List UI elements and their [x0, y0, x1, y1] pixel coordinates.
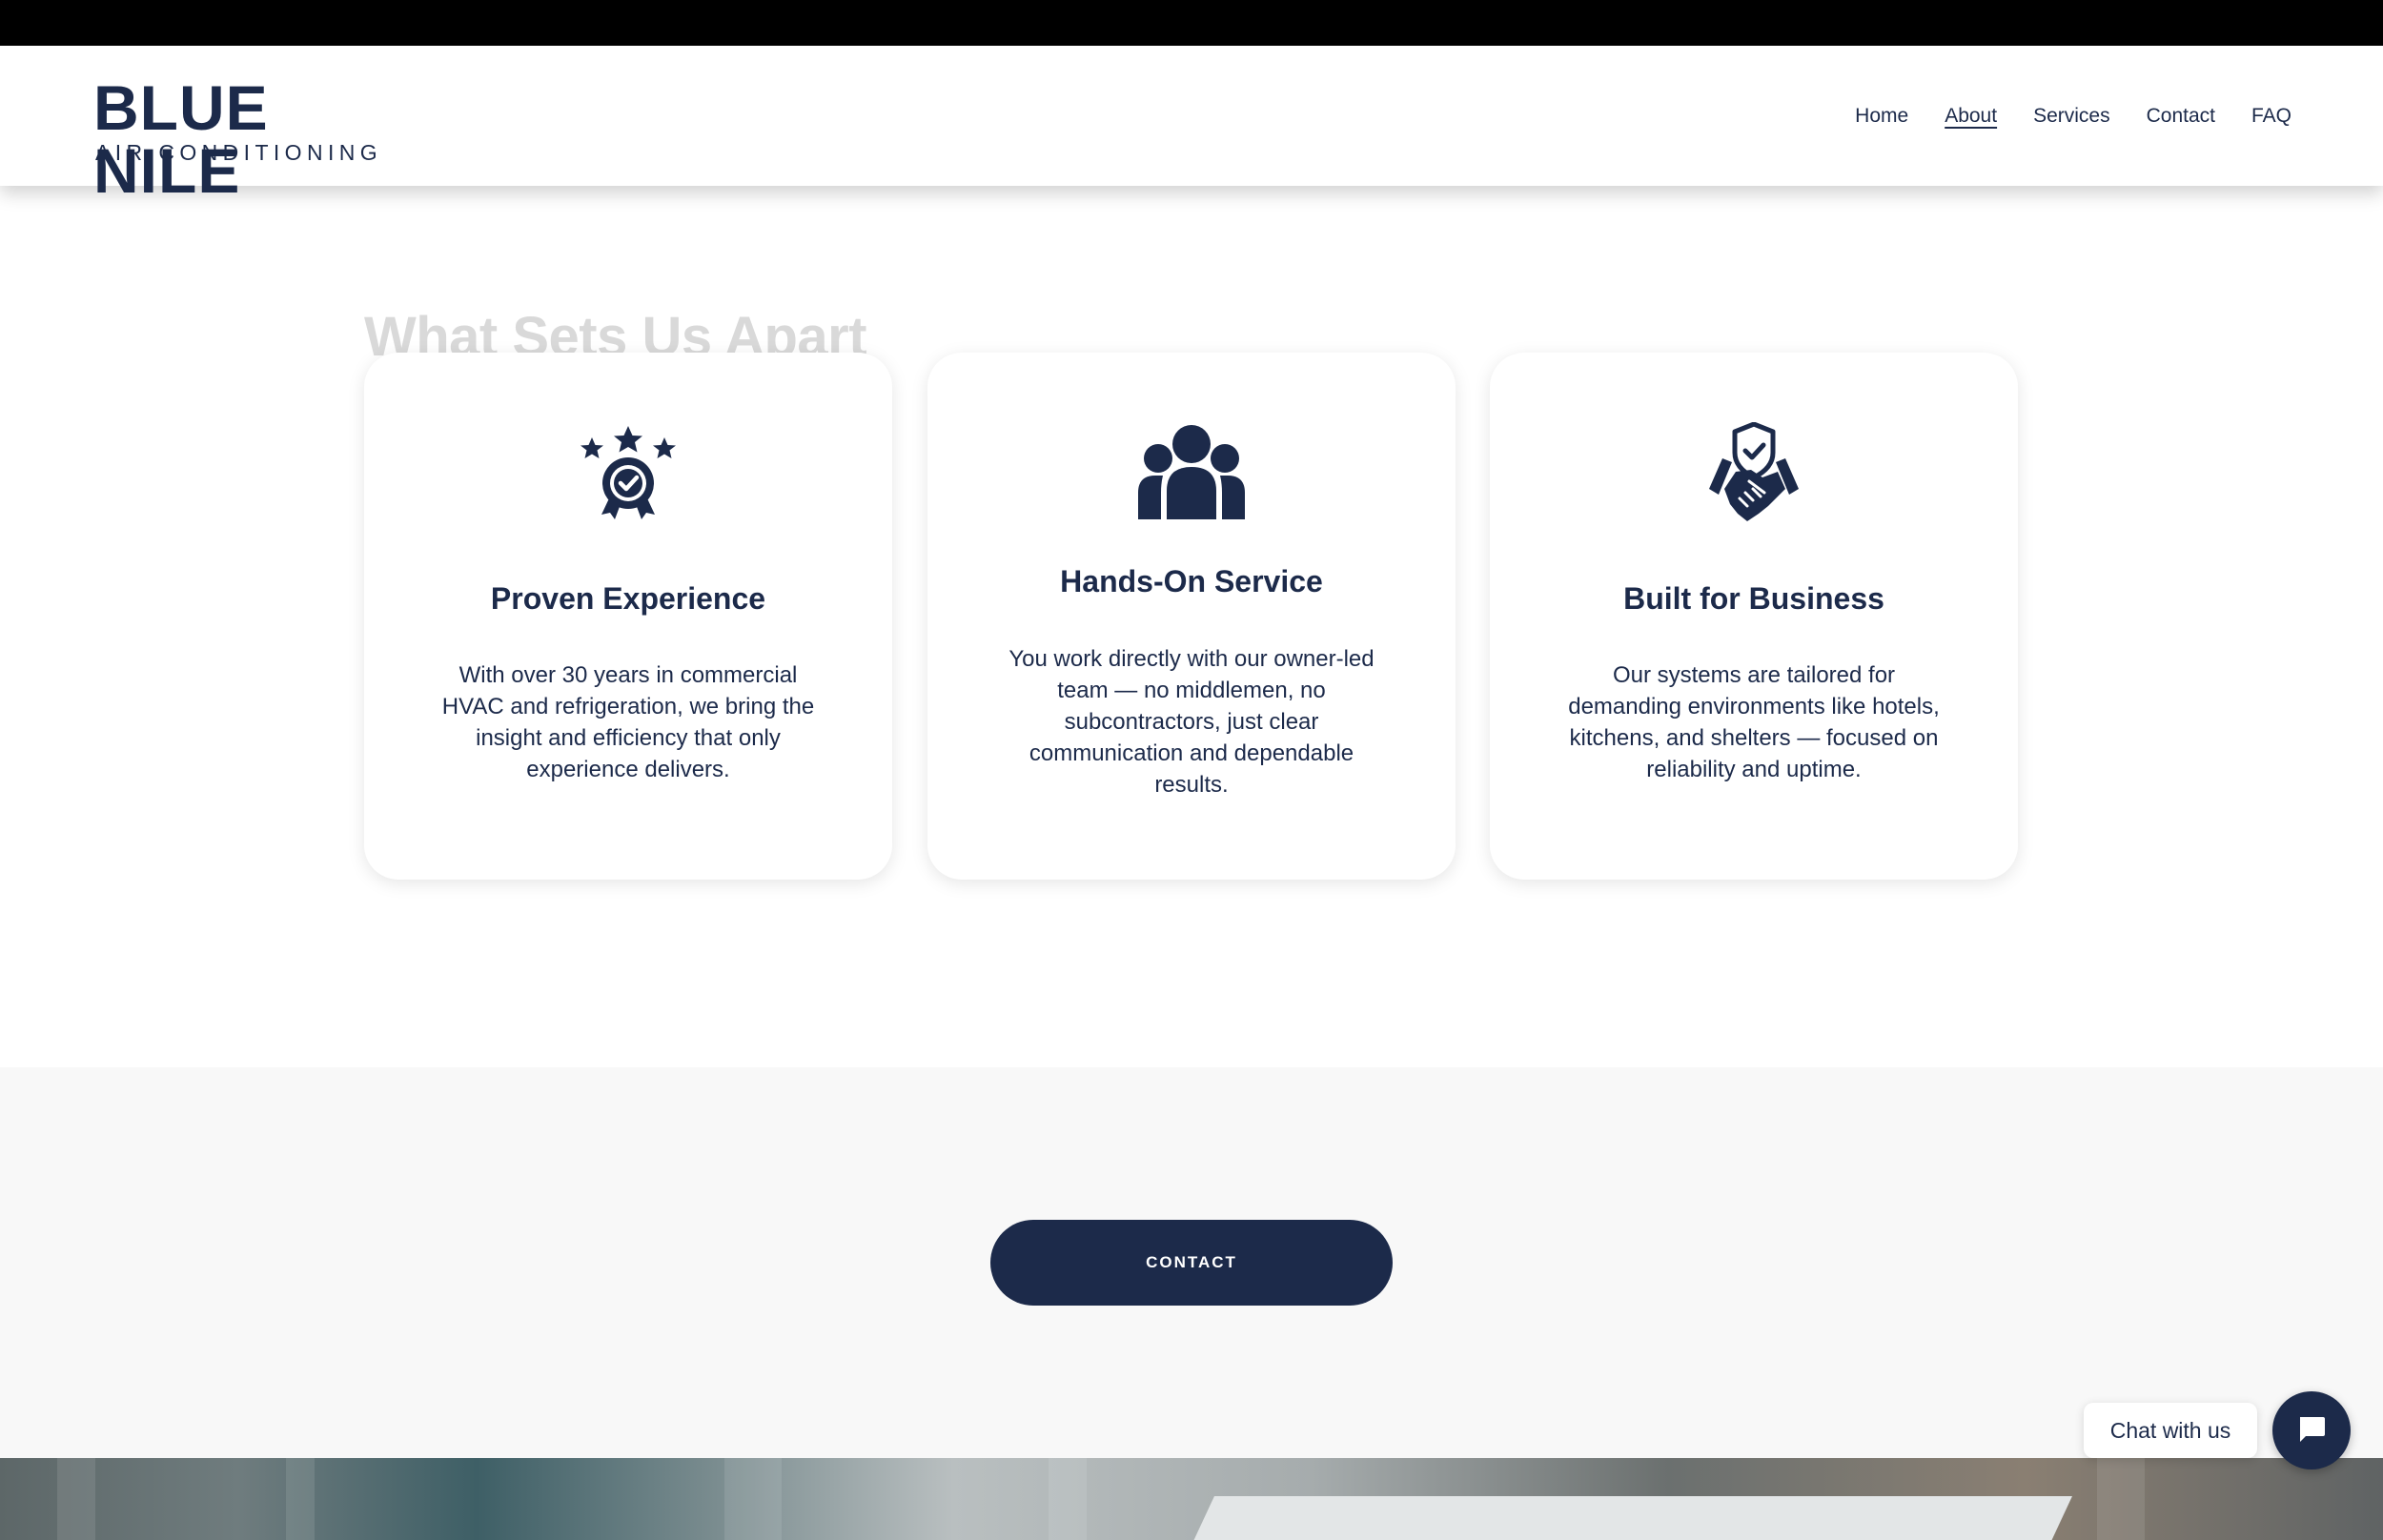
card-title: Hands-On Service — [1060, 564, 1323, 598]
feature-card-experience: Proven Experience With over 30 years in … — [364, 353, 892, 880]
contact-button[interactable]: CONTACT — [990, 1220, 1393, 1306]
nav-services[interactable]: Services — [2033, 104, 2110, 129]
site-header: BLUE NILE AIR CONDITIONING Home About Se… — [0, 46, 2383, 202]
main-nav: Home About Services Contact FAQ — [1855, 104, 2291, 129]
feature-card-service: Hands-On Service You work directly with … — [927, 353, 1456, 880]
chat-bubble-icon — [2296, 1413, 2327, 1449]
card-title: Proven Experience — [490, 581, 766, 616]
handshake-shield-icon — [1706, 421, 1802, 521]
feature-card-business: Built for Business Our systems are tailo… — [1490, 353, 2018, 880]
nav-about[interactable]: About — [1945, 104, 1997, 129]
nav-home[interactable]: Home — [1855, 104, 1908, 129]
logo-wordmark: BLUE NILE — [93, 72, 269, 206]
chat-label[interactable]: Chat with us — [2084, 1403, 2257, 1458]
chat-button[interactable] — [2272, 1391, 2351, 1469]
card-description: You work directly with our owner-led tea… — [1008, 646, 1375, 798]
nav-faq[interactable]: FAQ — [2251, 104, 2291, 129]
card-description: Our systems are tailored for demanding e… — [1568, 662, 1940, 782]
team-icon — [1138, 424, 1245, 519]
building-photo — [0, 1458, 2383, 1540]
card-title: Built for Business — [1623, 581, 1884, 616]
logo-tagline: AIR CONDITIONING — [95, 140, 383, 165]
top-black-bar — [0, 0, 2383, 46]
card-description: With over 30 years in commercial HVAC an… — [441, 662, 815, 782]
award-stars-icon — [580, 424, 676, 519]
logo[interactable]: BLUE NILE AIR CONDITIONING — [93, 76, 383, 202]
nav-contact[interactable]: Contact — [2147, 104, 2215, 129]
